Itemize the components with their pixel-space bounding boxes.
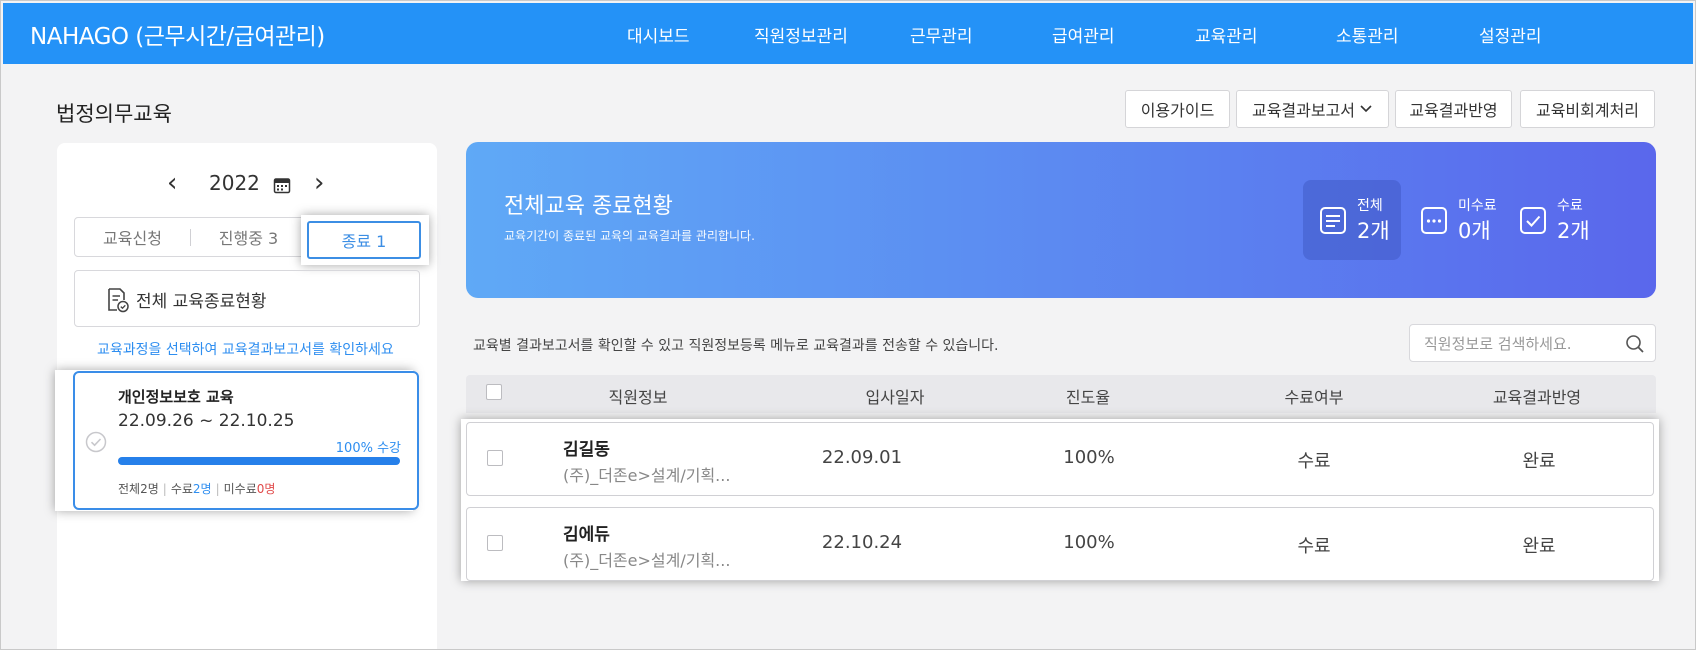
result-applied-status: 완료 — [1522, 536, 1556, 557]
stat-incomplete-value: 0개 — [1458, 219, 1491, 243]
year-label: 2022 — [209, 171, 260, 195]
employee-department: (주)_더존e>설계/기획... — [563, 466, 731, 485]
nav-communication[interactable]: 소통관리 — [1336, 22, 1399, 47]
check-icon — [1520, 207, 1546, 234]
stat-divider: | — [162, 482, 167, 496]
report-dropdown-label: 교육결과보고서 — [1251, 101, 1356, 120]
course-name: 개인정보보호 교육 — [118, 388, 234, 406]
course-progress-label: 100% 수강 — [335, 441, 401, 456]
table-row[interactable]: 김에듀 (주)_더존e>설계/기획... 22.10.24 100% 수료 완료 — [466, 507, 1654, 581]
completion-status: 수료 — [1297, 451, 1331, 472]
tab-done-highlight: 종료 1 — [301, 215, 429, 265]
course-progress-fill — [118, 457, 400, 465]
completion-summary-banner: 전체교육 종료현황 교육기간이 종료된 교육의 교육결과를 관리합니다. 전체 … — [466, 142, 1656, 298]
course-stat-undone-value: 0명 — [256, 482, 276, 496]
progress-rate: 100% — [1063, 532, 1115, 553]
course-period: 22.09.26 ~ 22.10.25 — [118, 411, 295, 431]
course-stat-done-label: 수료 — [170, 482, 193, 496]
nav-education[interactable]: 교육관리 — [1195, 22, 1258, 47]
report-dropdown-button[interactable]: 교육결과보고서 — [1236, 90, 1389, 128]
nav-payroll[interactable]: 급여관리 — [1052, 22, 1115, 47]
nav-employee-info[interactable]: 직원정보관리 — [754, 22, 848, 47]
banner-subtitle: 교육기간이 종료된 교육의 교육결과를 관리합니다. — [504, 229, 755, 243]
table-row[interactable]: 김길동 (주)_더존e>설계/기획... 22.09.01 100% 수료 완료 — [466, 422, 1654, 496]
course-sidebar: ‹ 2022 › 교육신청 진행중 3 종료 1 전체 교육종료현황 교육과정을… — [55, 143, 437, 649]
employee-name: 김에듀 — [563, 525, 610, 545]
prev-year-icon[interactable]: ‹ — [167, 169, 177, 197]
stat-incomplete[interactable]: 미수료 0개 — [1404, 180, 1502, 260]
select-course-hint: 교육과정을 선택하여 교육결과보고서를 확인하세요 — [97, 342, 394, 358]
apply-result-button[interactable]: 교육결과반영 — [1395, 90, 1512, 128]
top-nav-bar: NAHAGO (근무시간/급여관리) 대시보드 직원정보관리 근무관리 급여관리… — [3, 3, 1693, 64]
course-stat-total: 전체2명 — [118, 482, 159, 496]
result-applied-status: 완료 — [1522, 451, 1556, 472]
guide-button[interactable]: 이용가이드 — [1125, 90, 1230, 128]
stat-total[interactable]: 전체 2개 — [1303, 180, 1401, 260]
search-box — [1409, 324, 1656, 362]
stat-divider: | — [215, 482, 220, 496]
select-all-checkbox[interactable] — [486, 384, 502, 400]
nav-attendance[interactable]: 근무관리 — [910, 22, 973, 47]
nav-dashboard[interactable]: 대시보드 — [627, 22, 690, 47]
row-checkbox[interactable] — [487, 450, 503, 466]
completion-status: 수료 — [1297, 536, 1331, 557]
header-result-applied: 교육결과반영 — [1492, 388, 1582, 407]
course-stats: 전체2명 | 수료2명 | 미수료0명 — [118, 480, 275, 497]
tab-done[interactable]: 종료 1 — [307, 221, 421, 259]
tab-in-progress[interactable]: 진행중 3 — [191, 218, 306, 256]
stat-incomplete-label: 미수료 — [1458, 198, 1497, 214]
year-selector: ‹ 2022 › — [57, 169, 437, 199]
all-completion-status-label: 전체 교육종료현황 — [136, 292, 267, 312]
join-date: 22.09.01 — [821, 447, 903, 468]
stat-total-label: 전체 — [1357, 198, 1383, 214]
page-title: 법정의무교육 — [56, 102, 172, 126]
dots-icon — [1421, 207, 1447, 234]
calendar-icon[interactable] — [273, 176, 291, 194]
header-progress: 진도율 — [1065, 388, 1111, 407]
course-progress-bar — [118, 457, 400, 465]
tab-apply[interactable]: 교육신청 — [75, 218, 190, 256]
header-completion: 수료여부 — [1284, 388, 1344, 407]
all-completion-status-button[interactable]: 전체 교육종료현황 — [74, 270, 420, 327]
employee-name: 김길동 — [563, 440, 610, 460]
search-icon[interactable] — [1625, 334, 1645, 354]
course-stat-undone-label: 미수료 — [223, 482, 257, 496]
banner-title: 전체교육 종료현황 — [504, 194, 673, 219]
stat-total-value: 2개 — [1357, 219, 1390, 243]
stat-complete[interactable]: 수료 2개 — [1503, 180, 1601, 260]
brand-logo[interactable]: NAHAGO (근무시간/급여관리) — [30, 17, 325, 51]
table-header: 직원정보 입사일자 진도율 수료여부 교육결과반영 — [466, 375, 1656, 413]
check-circle-icon — [85, 431, 107, 453]
list-icon — [1320, 207, 1346, 234]
document-check-icon — [108, 288, 129, 313]
join-date: 22.10.24 — [821, 532, 903, 553]
next-year-icon[interactable]: › — [314, 169, 324, 197]
cost-accounting-button[interactable]: 교육비회계처리 — [1520, 90, 1655, 128]
stat-complete-label: 수료 — [1557, 198, 1583, 214]
stat-complete-value: 2개 — [1557, 219, 1590, 243]
employee-department: (주)_더존e>설계/기획... — [563, 551, 731, 570]
row-checkbox[interactable] — [487, 535, 503, 551]
list-description: 교육별 결과보고서를 확인할 수 있고 직원정보등록 메뉴로 교육결과를 전송할… — [473, 338, 999, 354]
chevron-down-icon — [1360, 105, 1372, 113]
app-window: NAHAGO (근무시간/급여관리) 대시보드 직원정보관리 근무관리 급여관리… — [0, 0, 1696, 650]
course-stat-done-value: 2명 — [192, 482, 212, 496]
nav-settings[interactable]: 설정관리 — [1479, 22, 1542, 47]
search-input[interactable] — [1422, 332, 1616, 356]
course-card[interactable]: 개인정보보호 교육 22.09.26 ~ 22.10.25 100% 수강 전체… — [73, 371, 419, 510]
header-join-date: 입사일자 — [865, 388, 925, 407]
progress-rate: 100% — [1063, 447, 1115, 468]
header-employee-info: 직원정보 — [608, 388, 668, 407]
